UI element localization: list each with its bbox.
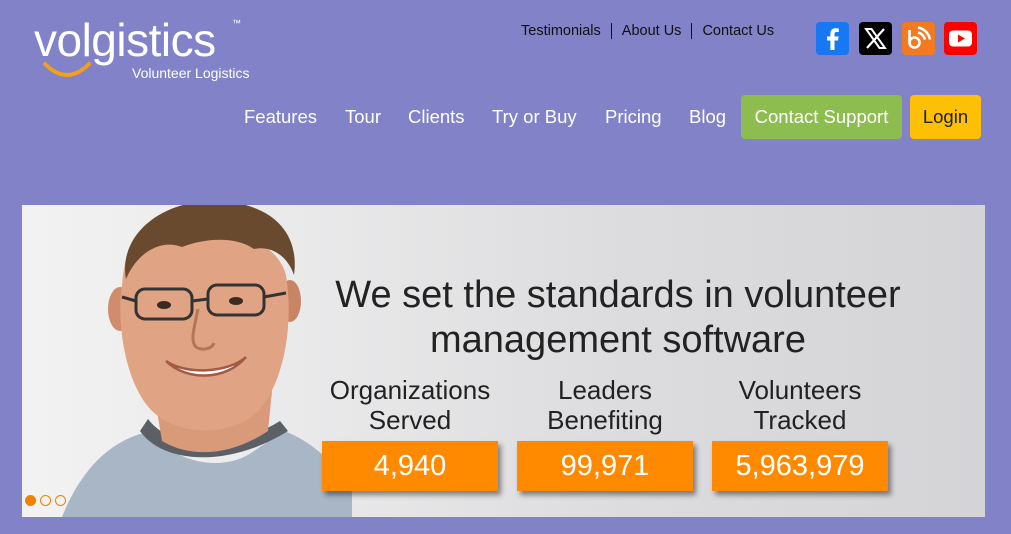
contact-support-button[interactable]: Contact Support — [741, 95, 902, 139]
contact-us-link[interactable]: Contact Us — [692, 22, 784, 40]
stat-label: Organizations Served — [322, 375, 498, 435]
nav-pricing[interactable]: Pricing — [605, 95, 662, 139]
logo-wordmark: volgistics — [34, 14, 216, 66]
headline-line-1: We set the standards in volunteer — [335, 274, 901, 316]
stat-label: Volunteers Tracked — [712, 375, 888, 435]
logo-tagline: Volunteer Logistics — [132, 65, 250, 81]
slide-dot-2[interactable] — [40, 495, 51, 506]
slide-dot-3[interactable] — [55, 495, 66, 506]
stat-value-box: 5,963,979 — [712, 441, 888, 491]
login-button[interactable]: Login — [910, 95, 981, 139]
x-icon[interactable] — [859, 22, 892, 55]
nav-tour[interactable]: Tour — [345, 95, 381, 139]
slide-dot-1[interactable] — [25, 495, 36, 506]
stat-label-line: Leaders — [558, 375, 652, 405]
stat-value-box: 4,940 — [322, 441, 498, 491]
facebook-icon[interactable] — [816, 22, 849, 55]
stat-label-line: Tracked — [753, 405, 847, 435]
nav-blog[interactable]: Blog — [689, 95, 726, 139]
logo-smile-icon — [43, 62, 91, 77]
stat-leaders: Leaders Benefiting 99,971 — [517, 375, 693, 491]
blog-icon[interactable] — [902, 22, 935, 55]
stat-value-box: 99,971 — [517, 441, 693, 491]
nav-try-or-buy[interactable]: Try or Buy — [492, 95, 577, 139]
volgistics-logo[interactable]: volgistics ™ Volunteer Logistics — [34, 14, 274, 84]
about-us-link[interactable]: About Us — [612, 22, 692, 40]
stat-label: Leaders Benefiting — [517, 375, 693, 435]
top-links: Testimonials About Us Contact Us — [517, 22, 784, 40]
stat-label-line: Organizations — [329, 375, 491, 405]
hero-headline: We set the standards in volunteer manage… — [290, 273, 946, 363]
stat-label-line: Benefiting — [547, 405, 663, 435]
stat-organizations: Organizations Served 4,940 — [322, 375, 498, 491]
headline-line-2: management software — [430, 319, 806, 361]
stat-volunteers: Volunteers Tracked 5,963,979 — [712, 375, 888, 491]
hero-banner: We set the standards in volunteer manage… — [22, 205, 985, 517]
stat-label-line: Volunteers — [738, 375, 862, 405]
nav-features[interactable]: Features — [244, 95, 317, 139]
trademark-mark: ™ — [232, 18, 241, 28]
nav-clients[interactable]: Clients — [408, 95, 465, 139]
stat-label-line: Served — [368, 405, 452, 435]
testimonials-link[interactable]: Testimonials — [517, 22, 611, 40]
slide-indicators — [25, 495, 66, 506]
youtube-icon[interactable] — [944, 22, 977, 55]
